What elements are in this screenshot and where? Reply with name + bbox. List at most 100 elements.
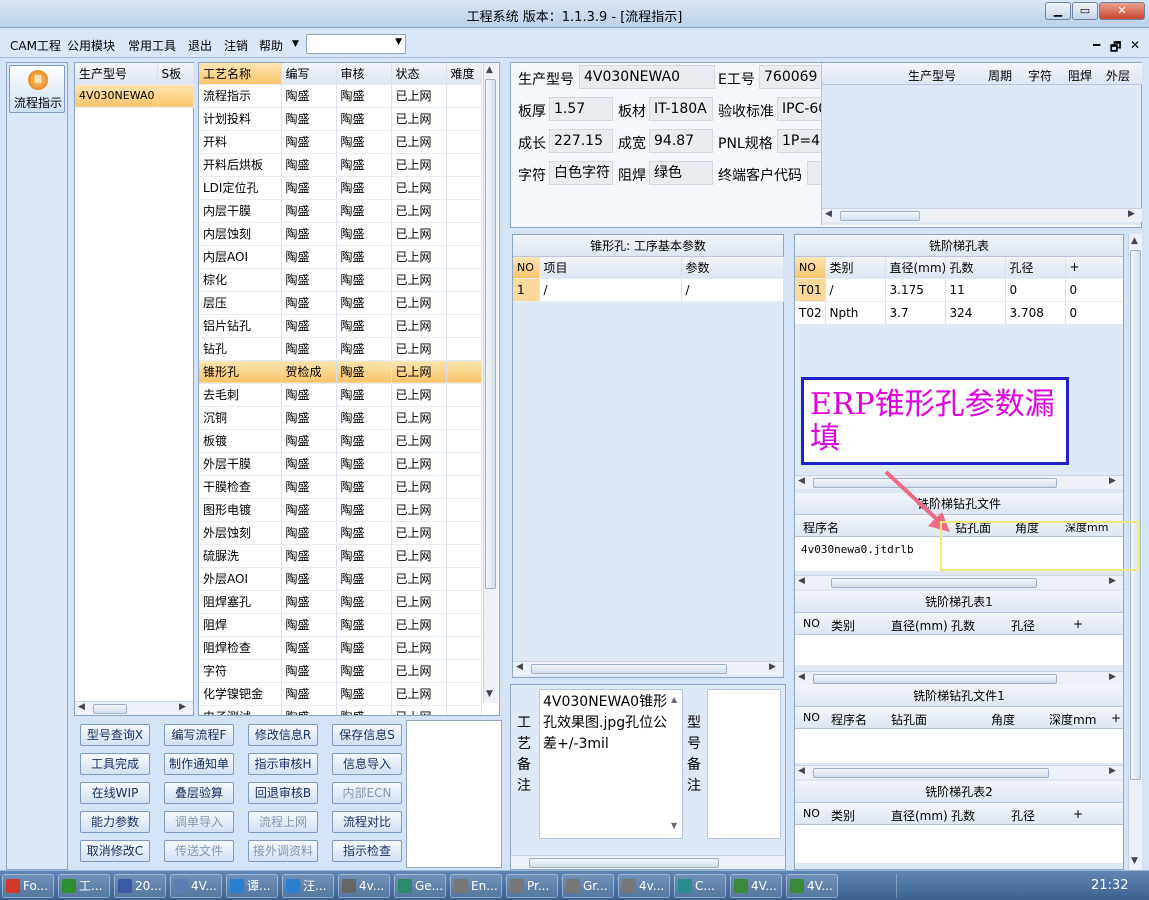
col-header[interactable]: 孔径: [1011, 617, 1035, 634]
toolbar-combo[interactable]: ▼: [306, 34, 406, 54]
mdi-close-button[interactable]: ✕: [1130, 38, 1140, 52]
col-header[interactable]: +: [1073, 617, 1083, 631]
field-width[interactable]: 94.87: [649, 129, 713, 153]
scroll-thumb[interactable]: [529, 858, 719, 868]
col-header-model[interactable]: 生产型号: [908, 67, 956, 84]
taskbar-item[interactable]: 4v...: [338, 874, 390, 898]
col-header-outer[interactable]: 外层: [1106, 67, 1130, 84]
arrow-down-icon[interactable]: ▼: [486, 689, 493, 699]
table-row[interactable]: T01/3.175 11 0 0: [795, 278, 1123, 302]
col-header-param[interactable]: 参数: [681, 257, 784, 279]
process-row[interactable]: 内层AOI 陶盛 陶盛 已上网: [199, 245, 482, 269]
taskbar-item[interactable]: En...: [450, 874, 502, 898]
scroll-thumb[interactable]: [1130, 250, 1141, 780]
process-row[interactable]: 字符 陶盛 陶盛 已上网: [199, 659, 482, 683]
process-row[interactable]: 铝片钻孔 陶盛 陶盛 已上网: [199, 314, 482, 338]
mdi-restore-button[interactable]: 🗗: [1110, 38, 1121, 59]
process-row[interactable]: 硫脲洗 陶盛 陶盛 已上网: [199, 544, 482, 568]
process-row[interactable]: 开料后烘板 陶盛 陶盛 已上网: [199, 153, 482, 177]
chevron-down-icon[interactable]: ▼: [292, 39, 299, 49]
arrow-right-icon[interactable]: ▶: [769, 662, 776, 672]
action-button[interactable]: 工具完成: [80, 753, 150, 775]
process-notes-field[interactable]: 4V030NEWA0锥形孔效果图.jpg孔位公差+/-3mil: [539, 689, 683, 839]
action-button[interactable]: 接外调资料: [248, 840, 318, 862]
process-row[interactable]: 阻焊塞孔 陶盛 陶盛 已上网: [199, 590, 482, 614]
process-row[interactable]: 阻焊 陶盛 陶盛 已上网: [199, 613, 482, 637]
process-row[interactable]: 棕化 陶盛 陶盛 已上网: [199, 268, 482, 292]
params-hscroll[interactable]: ◀ ▶: [513, 661, 783, 675]
col-header-difficulty[interactable]: 难度: [446, 63, 482, 85]
taskbar-item[interactable]: Gr...: [562, 874, 614, 898]
process-row[interactable]: 外层干膜 陶盛 陶盛 已上网: [199, 452, 482, 476]
mdi-minimize-button[interactable]: ━: [1093, 38, 1100, 52]
arrow-left-icon[interactable]: ◀: [798, 672, 805, 682]
process-row[interactable]: 板镀 陶盛 陶盛 已上网: [199, 429, 482, 453]
process-row[interactable]: 钻孔 陶盛 陶盛 已上网: [199, 337, 482, 361]
scroll-thumb[interactable]: [531, 664, 727, 674]
model-list-hscroll[interactable]: ◀ ▶: [75, 701, 193, 715]
process-row[interactable]: 计划投料 陶盛 陶盛 已上网: [199, 107, 482, 131]
arrow-left-icon[interactable]: ◀: [798, 766, 805, 776]
clock[interactable]: 21:32: [1091, 878, 1128, 893]
field-length[interactable]: 227.15: [549, 129, 613, 153]
arrow-right-icon[interactable]: ▶: [179, 702, 186, 712]
menu-cam[interactable]: CAM工程: [10, 37, 61, 54]
arrow-right-icon[interactable]: ▶: [1128, 209, 1135, 219]
action-button[interactable]: 能力参数: [80, 811, 150, 833]
field-mask[interactable]: 绿色: [649, 161, 713, 185]
col-header[interactable]: 直径(mm): [891, 807, 948, 824]
col-header-program[interactable]: 程序名: [803, 519, 839, 536]
action-button[interactable]: 保存信息S: [332, 724, 402, 746]
process-row[interactable]: 化学镍钯金 陶盛 陶盛 已上网: [199, 682, 482, 706]
arrow-down-icon[interactable]: ▼: [1131, 856, 1138, 866]
maximize-button[interactable]: ▭: [1072, 2, 1098, 20]
process-row[interactable]: 锥形孔 贺检成 陶盛 已上网: [199, 360, 482, 384]
process-row[interactable]: 内层干膜 陶盛 陶盛 已上网: [199, 199, 482, 223]
taskbar-item[interactable]: 汪...: [282, 874, 334, 898]
col-header[interactable]: NO: [803, 617, 820, 630]
menu-logout[interactable]: 注销: [224, 37, 248, 54]
scroll-thumb[interactable]: [813, 768, 1049, 778]
drillfile-hscroll[interactable]: ◀ ▶: [795, 575, 1123, 589]
col-header[interactable]: +: [1111, 711, 1121, 725]
arrow-right-icon[interactable]: ▶: [1109, 672, 1116, 682]
process-row[interactable]: 外层蚀刻 陶盛 陶盛 已上网: [199, 521, 482, 545]
field-pnl[interactable]: 1P=4SET: [777, 129, 823, 153]
col-header-mask[interactable]: 阻焊: [1068, 67, 1092, 84]
scroll-thumb[interactable]: [813, 674, 1057, 684]
close-button[interactable]: ✕: [1099, 2, 1145, 20]
action-button[interactable]: 修改信息R: [248, 724, 318, 746]
col-header-no[interactable]: NO: [513, 257, 540, 279]
taskbar-item[interactable]: 谭...: [226, 874, 278, 898]
action-button[interactable]: 编写流程F: [164, 724, 234, 746]
col-header-s[interactable]: S板: [157, 63, 194, 85]
col-header-plus[interactable]: +: [1065, 257, 1123, 279]
process-row[interactable]: 外层AOI 陶盛 陶盛 已上网: [199, 567, 482, 591]
col-header[interactable]: 深度mm: [1049, 711, 1096, 728]
action-button[interactable]: 传送文件: [164, 840, 234, 862]
arrow-left-icon[interactable]: ◀: [798, 576, 805, 586]
col-header-model[interactable]: 生产型号: [75, 63, 158, 85]
process-row[interactable]: 沉铜 陶盛 陶盛 已上网: [199, 406, 482, 430]
arrow-up-icon[interactable]: ▲: [671, 695, 677, 704]
table-row[interactable]: T02 Npth 3.7 324 3.708 0: [795, 301, 1123, 325]
scroll-thumb[interactable]: [831, 578, 1037, 588]
taskbar-item[interactable]: 20...: [114, 874, 166, 898]
menu-tools[interactable]: 常用工具: [128, 37, 176, 54]
arrow-right-icon[interactable]: ▶: [1109, 766, 1116, 776]
notes-hscroll[interactable]: [511, 855, 785, 869]
field-char[interactable]: 白色字符: [549, 161, 613, 185]
table-row[interactable]: 1//: [513, 278, 784, 302]
scroll-thumb[interactable]: [840, 211, 920, 221]
taskbar-item[interactable]: C...: [674, 874, 726, 898]
action-button[interactable]: 指示审核H: [248, 753, 318, 775]
process-vscroll[interactable]: ▲ ▼: [483, 63, 497, 703]
drillfile-program-cell[interactable]: 4v030newa0.jtdrlb: [801, 543, 914, 556]
process-row[interactable]: 电子测试陶盛陶盛已上网: [199, 705, 482, 715]
action-button[interactable]: 流程上网: [248, 811, 318, 833]
action-button[interactable]: 取消修改C: [80, 840, 150, 862]
col-header[interactable]: NO: [803, 807, 820, 820]
action-button[interactable]: 在线WIP: [80, 782, 150, 804]
col-header[interactable]: 孔径: [1011, 807, 1035, 824]
arrow-up-icon[interactable]: ▲: [486, 65, 493, 75]
